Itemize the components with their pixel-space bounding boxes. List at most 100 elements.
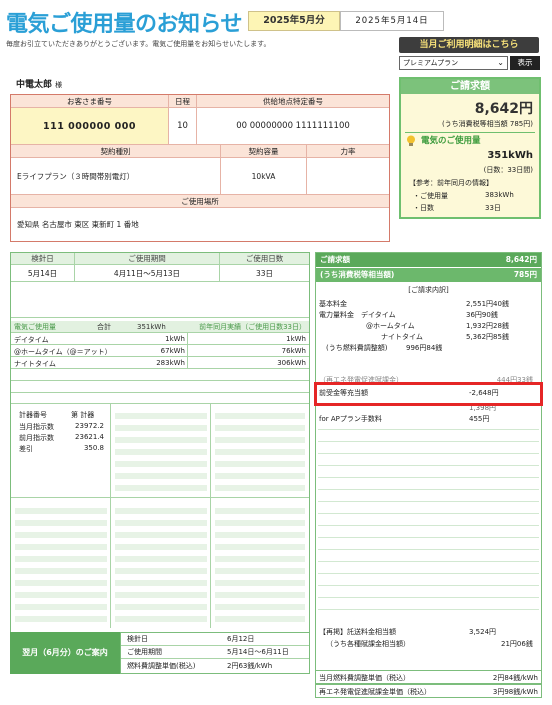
plan-select[interactable]: プレミアムプラン ⌄ (399, 56, 508, 70)
grid-stripe (15, 520, 107, 526)
next-fuel: 2円63銭/kWh (227, 662, 273, 670)
chevron-down-icon: ⌄ (497, 58, 504, 67)
grid-stripe (115, 532, 207, 538)
grid-stripe (115, 425, 207, 431)
grid-stripe (215, 568, 305, 574)
usage-header-row: 電気ご使用量 合計 351kWh 前年同月実績（ご使用日数33日） (11, 321, 309, 333)
charges-table: ご請求額 8,642円 (うち消費税等相当額) 785円 [ご請求内訳] 基本料… (315, 252, 542, 694)
consign-tax-line: （うち各種賦課金相当額） 21円06銭 (326, 639, 538, 649)
next-period: 5月14日～6月11日 (227, 648, 289, 656)
meter-no: 第 計器 (71, 411, 95, 419)
meter-reading-label: 差引 (19, 445, 33, 453)
grid-stripe (115, 508, 207, 514)
grid-stripe (15, 544, 107, 550)
usage-row: @ホームタイム（@＝アット） 67kWh 76kWh (11, 345, 309, 357)
blank-line (318, 585, 539, 586)
charges-total-label: ご請求額 (320, 255, 350, 264)
charge-line-value: 1,932円28銭 (466, 322, 509, 330)
next-month-table: 検針日 6月12日 ご使用期間 5月14日～6月11日 燃料費調整単価(税込) … (120, 632, 310, 674)
reference-title: 【参考：前年同月の情報】 (409, 179, 493, 187)
charge-line-label: (うち燃料費調整額) (326, 344, 388, 352)
column-divider (187, 345, 188, 357)
show-button[interactable]: 表示 (510, 56, 540, 70)
ref-usage: 383kWh (485, 191, 514, 199)
grid-stripe (15, 532, 107, 538)
usage-days: (日数：33日間) (483, 166, 533, 174)
blank-line (318, 489, 539, 490)
consign-tax-label: （うち各種賦課金相当額） (326, 640, 410, 648)
usage-row-prev: 1kWh (286, 335, 306, 343)
blank-usage-row (11, 369, 309, 381)
grid-stripe (215, 580, 305, 586)
grid-stripe (215, 425, 305, 431)
ref-days: 33日 (485, 204, 501, 212)
charge-line-value: 5,362円85銭 (466, 333, 509, 341)
grid-stripe (15, 604, 107, 610)
meter-reading-value: 350.8 (83, 444, 104, 452)
next-inspect: 6月12日 (227, 635, 255, 643)
usage-row-value: 1kWh (165, 335, 185, 343)
grid-stripe (215, 532, 305, 538)
grid-stripe (115, 485, 207, 491)
next-month-label: 翌月（6月分）のご案内 (10, 632, 120, 674)
detail-link-button[interactable]: 当月ご利用明細はこちら (399, 37, 539, 53)
unit-price-value: 2円84銭/kWh (492, 674, 538, 682)
grid-stripe (115, 473, 207, 479)
blank-line (318, 501, 539, 502)
page-title: 電気ご使用量のお知らせ (6, 12, 243, 37)
blank-row (11, 282, 309, 318)
grid-stripe (215, 473, 305, 479)
grid-stripe (215, 556, 305, 562)
customer-number-header: お客さま番号 (11, 95, 169, 108)
charge-line-label: 電力量料金 デイタイム (319, 311, 396, 319)
capacity-header: 契約容量 (221, 145, 307, 158)
charges-tax-label: (うち消費税等相当額) (320, 270, 395, 279)
charge-line: (うち燃料費調整額) 996円84銭 (316, 343, 541, 354)
usage-kwh: 351kWh (487, 150, 533, 161)
bill-amount: 8,642円 (474, 101, 533, 117)
usage-row: デイタイム 1kWh 1kWh (11, 333, 309, 345)
fee-line: for APプラン手数料 455円 (319, 414, 538, 424)
place-header: ご使用場所 (11, 195, 389, 208)
grid-stripe (15, 508, 107, 514)
blank-line (318, 465, 539, 466)
usage-row-value: 67kWh (160, 347, 185, 355)
grid-stripe (115, 580, 207, 586)
grid-stripe (215, 485, 305, 491)
blank-usage-row (11, 381, 309, 393)
usage-row-prev: 306kWh (277, 359, 306, 367)
charge-line: 基本料金 2,551円40銭 (316, 299, 541, 310)
blank-line (318, 441, 539, 442)
usage-title: 電気のご使用量 (421, 136, 481, 146)
period-header: ご使用期間 (75, 253, 220, 264)
grid-stripe (15, 592, 107, 598)
inspect-header: 検針日 (11, 253, 75, 264)
day-value: 10 (169, 108, 197, 145)
grid-stripe (215, 604, 305, 610)
meter-reading-label: 前月指示数 (19, 434, 54, 442)
bill-tax-note: (うち消費税等相当額 785円) (441, 120, 533, 128)
days-header: ご使用日数 (220, 253, 309, 264)
grid-stripe (115, 449, 207, 455)
grid-stripe (115, 437, 207, 443)
usage-section-title: 電気ご使用量 (14, 322, 56, 331)
meter-no-label: 計器番号 (19, 411, 47, 419)
grid-stripe (15, 556, 107, 562)
blank-line (318, 537, 539, 538)
highlight-annotation (314, 382, 543, 406)
usage-total: 351kWh (137, 322, 166, 331)
grid-stripe (15, 616, 107, 622)
charge-line-value: 996円84銭 (406, 344, 443, 352)
usage-row-prev: 76kWh (281, 347, 306, 355)
consign-value: 3,524円 (469, 628, 497, 636)
place: 愛知県 名古屋市 東区 東新町 1 番地 (17, 220, 139, 229)
blank-line (318, 549, 539, 550)
grid-stripe (115, 616, 207, 622)
grid-stripe (115, 556, 207, 562)
next-fuel-row: 燃料費調整単価(税込) 2円63銭/kWh (121, 659, 309, 673)
grid-stripe (215, 508, 305, 514)
charges-total-row: ご請求額 8,642円 (316, 253, 541, 267)
charges-total: 8,642円 (505, 255, 537, 264)
blank-line (318, 573, 539, 574)
contract-type: Eライフプラン（３時間帯別電灯） (11, 158, 221, 195)
